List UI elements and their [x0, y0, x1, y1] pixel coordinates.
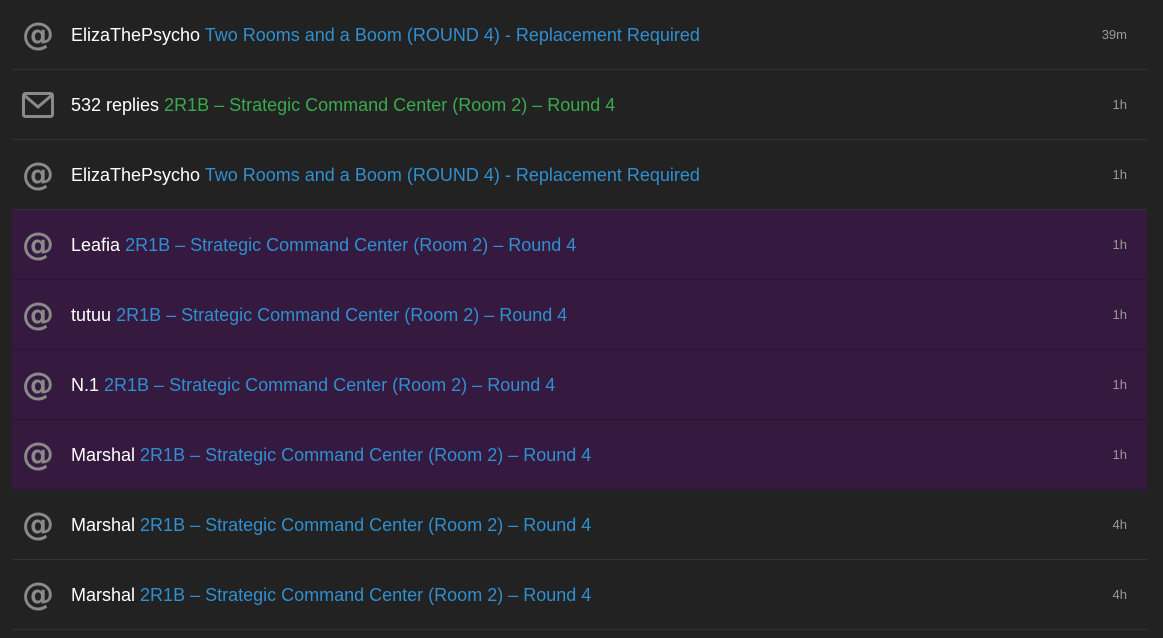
notification-text: Leafia 2R1B – Strategic Command Center (… [71, 234, 1087, 256]
envelope-icon [22, 89, 54, 121]
notification-item-unread[interactable]: @ tutuu 2R1B – Strategic Command Center … [12, 280, 1147, 350]
at-icon: @ [22, 19, 54, 51]
notification-topic-link[interactable]: 2R1B – Strategic Command Center (Room 2)… [116, 305, 567, 325]
svg-text:@: @ [22, 509, 54, 541]
notification-text: tutuu 2R1B – Strategic Command Center (R… [71, 304, 1087, 326]
notification-user: Marshal [71, 444, 136, 465]
at-icon: @ [22, 229, 54, 261]
notification-item[interactable]: @ ElizaThePsycho Two Rooms and a Boom (R… [12, 0, 1147, 70]
notification-topic-link[interactable]: 2R1B – Strategic Command Center (Room 2)… [140, 515, 591, 535]
svg-text:@: @ [22, 369, 54, 401]
at-icon: @ [22, 509, 54, 541]
svg-text:@: @ [22, 439, 54, 471]
notification-time: 1h [1112, 237, 1127, 252]
notification-text: Marshal 2R1B – Strategic Command Center … [71, 514, 1087, 536]
svg-text:@: @ [22, 229, 54, 261]
svg-text:@: @ [22, 19, 54, 51]
notification-text: ElizaThePsycho Two Rooms and a Boom (ROU… [71, 164, 1087, 186]
notification-user: Marshal [71, 514, 136, 535]
notification-text: Marshal 2R1B – Strategic Command Center … [71, 584, 1087, 606]
notification-user: N.1 [71, 374, 100, 395]
notification-topic-link[interactable]: 2R1B – Strategic Command Center (Room 2)… [125, 235, 576, 255]
notification-item[interactable]: @ Marshal 2R1B – Strategic Command Cente… [12, 490, 1147, 560]
svg-text:@: @ [22, 159, 54, 191]
notification-topic-link[interactable]: 2R1B – Strategic Command Center (Room 2)… [140, 445, 591, 465]
notification-topic-link[interactable]: Two Rooms and a Boom (ROUND 4) - Replace… [205, 25, 700, 45]
notification-item[interactable]: 532 replies 2R1B – Strategic Command Cen… [12, 70, 1147, 140]
notification-topic-link[interactable]: 2R1B – Strategic Command Center (Room 2)… [104, 375, 555, 395]
notification-item-unread[interactable]: @ N.1 2R1B – Strategic Command Center (R… [12, 350, 1147, 420]
notification-list: @ ElizaThePsycho Two Rooms and a Boom (R… [12, 0, 1147, 630]
notification-time: 1h [1112, 447, 1127, 462]
notification-user: ElizaThePsycho [71, 164, 201, 185]
notification-item-unread[interactable]: @ Marshal 2R1B – Strategic Command Cente… [12, 420, 1147, 490]
notification-time: 1h [1112, 97, 1127, 112]
notification-user: ElizaThePsycho [71, 24, 201, 45]
notification-text: N.1 2R1B – Strategic Command Center (Roo… [71, 374, 1087, 396]
notification-time: 4h [1112, 587, 1127, 602]
notification-item[interactable]: @ ElizaThePsycho Two Rooms and a Boom (R… [12, 140, 1147, 210]
notification-time: 1h [1112, 307, 1127, 322]
notification-item[interactable]: @ Marshal 2R1B – Strategic Command Cente… [12, 560, 1147, 630]
notification-topic-link[interactable]: 2R1B – Strategic Command Center (Room 2)… [140, 585, 591, 605]
at-icon: @ [22, 299, 54, 331]
notification-text: Marshal 2R1B – Strategic Command Center … [71, 444, 1087, 466]
notification-text: ElizaThePsycho Two Rooms and a Boom (ROU… [71, 24, 1087, 46]
notification-time: 1h [1112, 167, 1127, 182]
notification-topic-link[interactable]: Two Rooms and a Boom (ROUND 4) - Replace… [205, 165, 700, 185]
notification-item-unread[interactable]: @ Leafia 2R1B – Strategic Command Center… [12, 210, 1147, 280]
notification-user: tutuu [71, 304, 112, 325]
notification-time: 4h [1112, 517, 1127, 532]
notification-time: 39m [1101, 27, 1127, 42]
notification-user: Leafia [71, 234, 121, 255]
notification-time: 1h [1112, 377, 1127, 392]
at-icon: @ [22, 439, 54, 471]
at-icon: @ [22, 159, 54, 191]
notification-topic-link[interactable]: 2R1B – Strategic Command Center (Room 2)… [164, 95, 615, 115]
svg-text:@: @ [22, 299, 54, 331]
notification-text: 532 replies 2R1B – Strategic Command Cen… [71, 94, 1087, 116]
at-icon: @ [22, 579, 54, 611]
svg-text:@: @ [22, 579, 54, 611]
at-icon: @ [22, 369, 54, 401]
notification-reply-count: 532 replies [71, 94, 160, 115]
notification-user: Marshal [71, 584, 136, 605]
